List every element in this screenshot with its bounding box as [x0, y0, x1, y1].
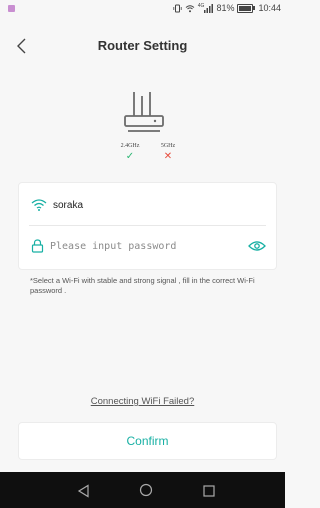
nav-back-icon[interactable] — [77, 484, 91, 498]
navigation-bar — [0, 472, 285, 508]
notification-app-icon — [8, 5, 15, 12]
password-row — [31, 235, 266, 257]
nav-recent-apps-icon[interactable] — [202, 484, 216, 498]
divider — [29, 225, 266, 226]
battery-cap — [253, 6, 256, 10]
band-5g-cross-icon: ✕ — [163, 151, 173, 162]
password-input[interactable] — [50, 240, 248, 252]
confirm-button[interactable]: Confirm — [18, 422, 277, 460]
vibrate-icon — [173, 4, 182, 12]
header: Router Setting — [0, 28, 285, 64]
band-2g4: 2.4GHz ✓ — [114, 143, 146, 162]
band-2g4-label: 2.4GHz — [120, 143, 140, 149]
connecting-failed-link[interactable]: Connecting WiFi Failed? — [0, 396, 285, 407]
clock: 10:44 — [258, 3, 281, 13]
band-5g: 5GHz ✕ — [152, 143, 184, 162]
hint-text: *Select a Wi-Fi with stable and strong s… — [30, 276, 255, 295]
ssid-row[interactable]: soraka — [31, 195, 83, 215]
band-2g4-check-icon: ✓ — [125, 151, 135, 162]
wifi-status-icon — [185, 4, 195, 12]
signal-icon — [204, 3, 214, 13]
battery-percent: 81% — [216, 3, 235, 13]
wifi-icon — [31, 199, 47, 211]
battery-icon — [237, 3, 254, 13]
ssid-label: soraka — [53, 199, 84, 211]
wifi-card: soraka — [18, 182, 277, 270]
network-badge: 4G — [197, 3, 205, 9]
eye-icon[interactable] — [248, 240, 266, 252]
status-icons: 4G 81% 10:44 — [173, 3, 281, 13]
band-5g-label: 5GHz — [160, 143, 176, 149]
nav-home-icon[interactable] — [139, 483, 153, 497]
router-icon — [124, 92, 164, 132]
status-bar: 4G 81% 10:44 — [0, 0, 285, 18]
page-title: Router Setting — [97, 38, 188, 53]
lock-icon — [31, 239, 44, 253]
